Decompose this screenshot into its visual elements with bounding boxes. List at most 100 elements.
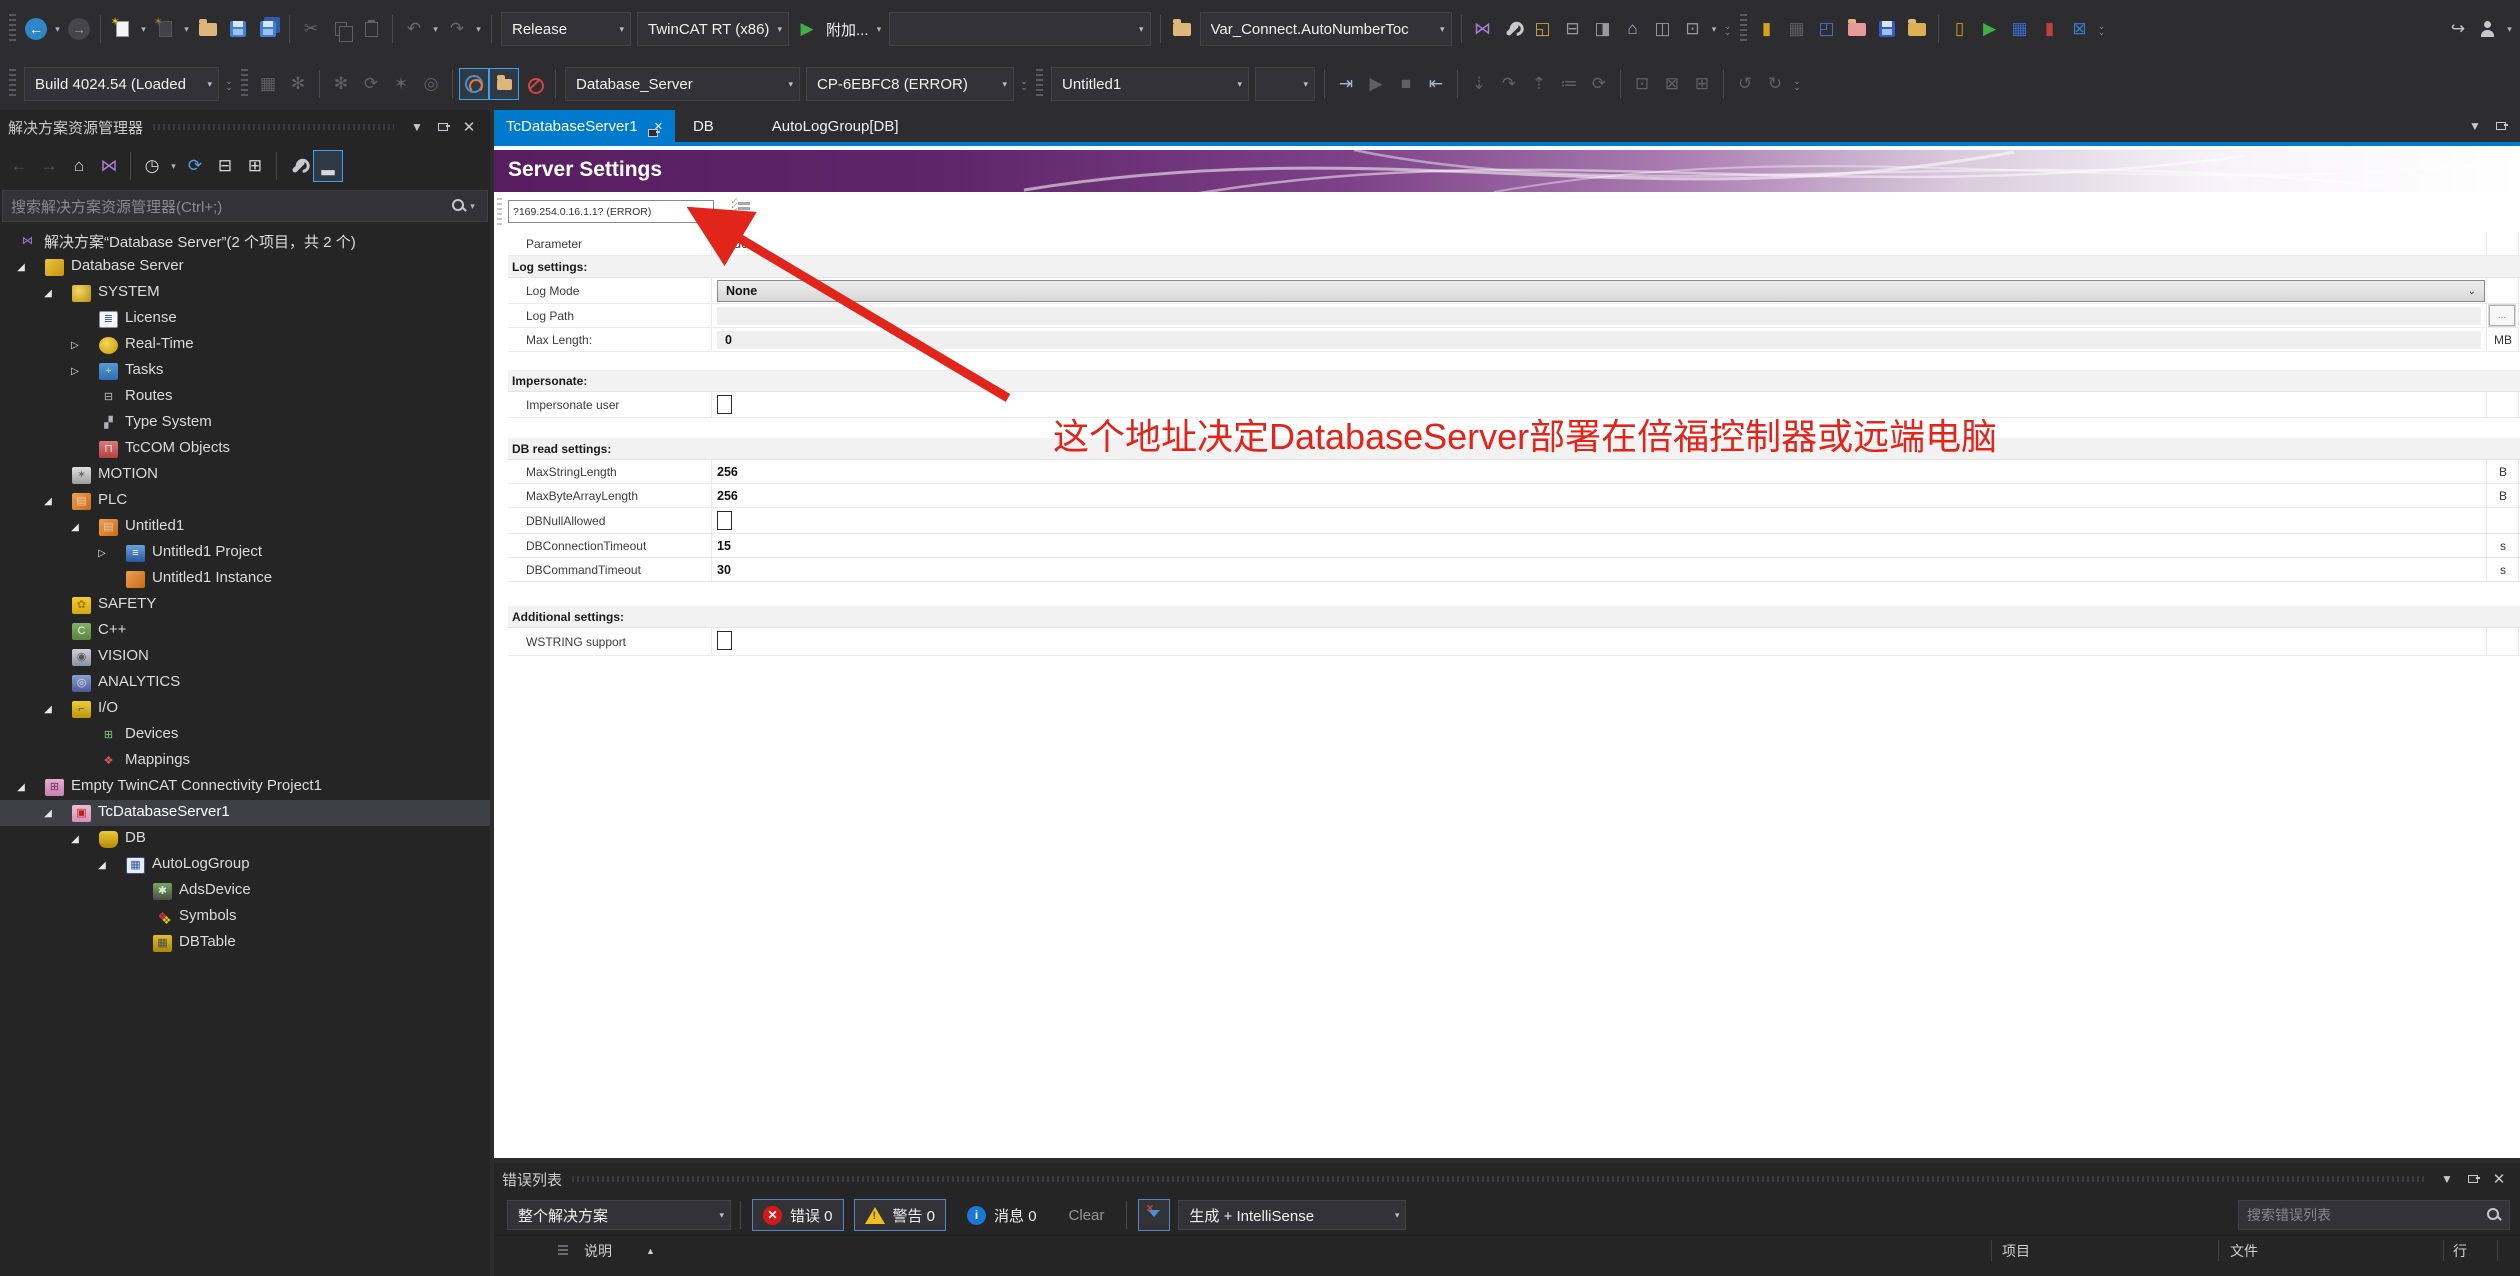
toolbar-grip[interactable] [9,14,16,44]
chevron-down-icon[interactable]: ▼ [404,116,430,138]
tree-item-mappings[interactable]: ❖Mappings [0,748,490,774]
filter-dropdown[interactable]: ▾ [167,161,180,172]
messages-toggle[interactable]: i消息 0 [956,1199,1048,1231]
column-project[interactable]: 项目 [2002,1241,2030,1261]
loop-fwd-icon[interactable]: ↻ [1760,68,1790,100]
library-icon[interactable]: ▯ [1945,13,1975,45]
tree-item-tccom-objects[interactable]: ⊓TcCOM Objects [0,436,490,462]
tree-item-symbols[interactable]: ❖Symbols [0,904,490,930]
tree-item-untitled1-project[interactable]: ▷≡Untitled1 Project [0,540,490,566]
setting-input-log-path[interactable] [717,307,2481,325]
column-file[interactable]: 文件 [2230,1241,2258,1261]
column-resizer[interactable] [2218,1240,2219,1261]
column-resizer[interactable] [2443,1240,2444,1261]
tree-item-dbtable[interactable]: ▦DBTable [0,930,490,956]
wrench-icon[interactable] [1498,13,1528,45]
plc-instance-combo[interactable]: ▾ [1255,67,1315,101]
collapse-all-icon[interactable]: ⊟ [210,150,240,182]
twisty-expanded-icon[interactable]: ◢ [68,834,82,845]
attach-dropdown[interactable]: ▾ [873,24,886,35]
grid-icon[interactable]: ▦ [1782,13,1812,45]
tc-target-combo[interactable]: CP-6EBFC8 (ERROR)▾ [806,67,1014,101]
scope-combo[interactable]: 整个解决方案▾ [507,1200,731,1230]
step-over-icon[interactable]: ↷ [1494,68,1524,100]
tree-item-safety[interactable]: ✿SAFETY [0,592,490,618]
navigate-back-dropdown[interactable]: ▾ [51,24,64,35]
vs-window-icon[interactable]: ⋈ [1468,13,1498,45]
column-description[interactable]: 说明 [584,1241,612,1261]
tree-item-routes[interactable]: ⊟Routes [0,384,490,410]
search-target-combo[interactable]: Var_Connect.AutoNumberToc▾ [1200,12,1452,46]
login-icon[interactable]: ⇥ [1331,68,1361,100]
checklist-box-icon[interactable]: ⊠ [2065,13,2095,45]
paste-icon[interactable] [356,13,386,45]
pin-icon[interactable] [430,116,456,138]
tree-item-db[interactable]: ◢DB [0,826,490,852]
tree-item-real-time[interactable]: ▷Real-Time [0,332,490,358]
run-to-cursor-icon[interactable]: ≔ [1554,68,1584,100]
show-all-files-icon[interactable]: ▂ [313,150,343,182]
home-icon[interactable]: ⌂ [64,150,94,182]
chevron-down-icon[interactable]: ▼ [2434,1168,2460,1190]
toolbar-overflow[interactable]: ⌄⌄ [1017,78,1031,90]
step-out-icon[interactable]: ⇡ [1524,68,1554,100]
step-into-icon[interactable]: ⇣ [1464,68,1494,100]
setting-input-max-length-[interactable]: 0 [717,331,2481,349]
tree-item-c-[interactable]: CC++ [0,618,490,644]
build-box1-icon[interactable]: ⊡ [1627,68,1657,100]
column-resizer[interactable] [1991,1240,1992,1261]
tree-item-vision[interactable]: ◉VISION [0,644,490,670]
ignore-errors-icon[interactable] [519,68,549,100]
intellisense-filter-combo[interactable]: 生成 + IntelliSense▾ [1178,1200,1406,1230]
solution-explorer-search[interactable]: 搜索解决方案资源管理器(Ctrl+;) ▾ [2,190,488,222]
setting-checkbox-impersonate-user[interactable] [717,395,732,414]
search-dropdown[interactable]: ▾ [466,201,479,212]
open-from-target-icon[interactable] [1902,13,1932,45]
scope-book-icon[interactable]: ▮ [1752,13,1782,45]
setting-value[interactable]: 256 [717,465,738,479]
sx-wrench-icon[interactable] [283,150,313,182]
split-window-icon[interactable]: ◫ [1648,13,1678,45]
tree-item-untitled1-instance[interactable]: Untitled1 Instance [0,566,490,592]
sync-active-document-icon[interactable]: ⋈ [94,150,124,182]
build-box3-icon[interactable]: ⊞ [1687,68,1717,100]
reload-config-icon[interactable] [459,68,489,100]
close-icon[interactable]: ✕ [2486,1168,2512,1190]
toolbar-grip[interactable] [9,69,16,99]
account-dropdown[interactable]: ▾ [2503,24,2516,35]
error-list-search[interactable]: 搜索错误列表 [2238,1200,2510,1230]
save-target-icon[interactable]: ◰ [1812,13,1842,45]
undo-icon[interactable]: ↶ [399,13,429,45]
stop-icon[interactable]: ■ [1391,68,1421,100]
target-browser-icon[interactable]: ▦ [253,68,283,100]
window-arrow-icon[interactable]: ◱ [1528,13,1558,45]
tc-build-combo[interactable]: Build 4024.54 (Loaded▾ [24,67,219,101]
find-in-files-icon[interactable] [1167,13,1197,45]
choose-target-folder-icon[interactable] [489,68,519,100]
save-all-icon[interactable] [253,13,283,45]
scan-wand-icon[interactable]: ✶ [386,68,416,100]
twisty-expanded-icon[interactable]: ◢ [41,288,55,299]
refresh-icon[interactable]: ⟳ [180,150,210,182]
cut-icon[interactable]: ✂ [296,13,326,45]
navigate-forward-icon[interactable]: → [64,13,94,45]
tree-item-tasks[interactable]: ▷+Tasks [0,358,490,384]
browse-button[interactable]: ... [2489,305,2515,326]
table-doc-icon[interactable]: ▦ [2005,13,2035,45]
toolbar-overflow[interactable]: ⌄⌄ [222,78,236,90]
twisty-expanded-icon[interactable]: ◢ [95,860,109,871]
settings-gear-icon[interactable]: ✻ [283,68,313,100]
column-resizer[interactable] [2497,1240,2498,1261]
twisty-expanded-icon[interactable]: ◢ [41,808,55,819]
close-icon[interactable]: ✕ [456,116,482,138]
ads-address-combo[interactable]: ?169.254.0.16.1.1? (ERROR) ▾ [508,200,714,223]
setting-checkbox-wstring-support[interactable] [717,631,732,650]
sx-forward-icon[interactable]: → [34,150,64,182]
console-icon[interactable]: ⊡ [1678,13,1708,45]
solution-explorer-titlebar[interactable]: 解决方案资源管理器 ▼ ✕ [0,110,490,144]
attach-label[interactable]: 附加... [826,19,869,40]
twisty-expanded-icon[interactable]: ◢ [14,262,28,273]
errors-toggle[interactable]: ✕错误 0 [752,1199,844,1231]
setting-select-log-mode[interactable]: None⌄ [717,280,2485,302]
column-grip[interactable] [558,1245,568,1257]
